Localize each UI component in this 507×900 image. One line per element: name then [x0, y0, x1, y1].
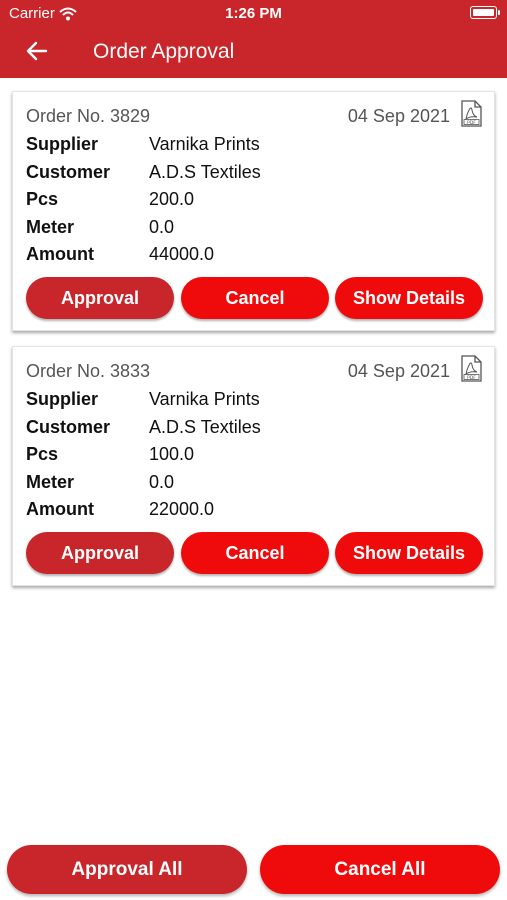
approval-button[interactable]: Approval — [26, 277, 174, 319]
amount-label: Amount — [26, 499, 94, 519]
customer-label: Customer — [26, 162, 111, 182]
back-arrow-icon[interactable] — [24, 38, 50, 64]
pdf-icon[interactable]: PDF — [461, 355, 482, 382]
customer-value: A.D.S Textiles — [149, 162, 261, 182]
status-time: 1:26 PM — [225, 5, 282, 22]
meter-label: Meter — [26, 217, 75, 237]
app-header: Carrier 1:26 PM Order Approval — [0, 0, 507, 78]
cancel-button[interactable]: Cancel — [181, 277, 329, 319]
pcs-value: 100.0 — [149, 444, 195, 464]
order-card: Order No. 3829 04 Sep 2021 PDF Supplier V… — [12, 91, 495, 331]
approval-button[interactable]: Approval — [26, 532, 174, 574]
pcs-label: Pcs — [26, 189, 59, 209]
supplier-value: Varnika Prints — [149, 389, 260, 409]
show-details-button[interactable]: Show Details — [335, 277, 483, 319]
customer-value: A.D.S Textiles — [149, 417, 261, 437]
amount-label: Amount — [26, 244, 94, 264]
order-date: 04 Sep 2021 — [347, 361, 450, 381]
meter-value: 0.0 — [149, 217, 175, 237]
svg-text:PDF: PDF — [467, 375, 476, 381]
battery-icon — [470, 6, 500, 19]
order-card: Order No. 3833 04 Sep 2021 PDF Supplier V… — [12, 346, 495, 586]
supplier-label: Supplier — [26, 134, 99, 154]
amount-value: 22000.0 — [149, 499, 215, 519]
order-date: 04 Sep 2021 — [347, 106, 450, 126]
status-bar: Carrier 1:26 PM — [0, 0, 507, 28]
meter-value: 0.0 — [149, 472, 175, 492]
amount-value: 44000.0 — [149, 244, 215, 264]
customer-label: Customer — [26, 417, 111, 437]
supplier-value: Varnika Prints — [149, 134, 260, 154]
svg-text:PDF: PDF — [467, 120, 476, 126]
pcs-label: Pcs — [26, 444, 59, 464]
pcs-value: 200.0 — [149, 189, 195, 209]
meter-label: Meter — [26, 472, 75, 492]
cancel-button[interactable]: Cancel — [181, 532, 329, 574]
page-title: Order Approval — [93, 40, 235, 63]
show-details-button[interactable]: Show Details — [335, 532, 483, 574]
approval-all-button[interactable]: Approval All — [7, 845, 247, 894]
order-number: Order No. 3833 — [26, 361, 151, 381]
cancel-all-button[interactable]: Cancel All — [260, 845, 500, 894]
supplier-label: Supplier — [26, 389, 99, 409]
order-number: Order No. 3829 — [26, 106, 151, 126]
pdf-icon[interactable]: PDF — [461, 100, 482, 127]
